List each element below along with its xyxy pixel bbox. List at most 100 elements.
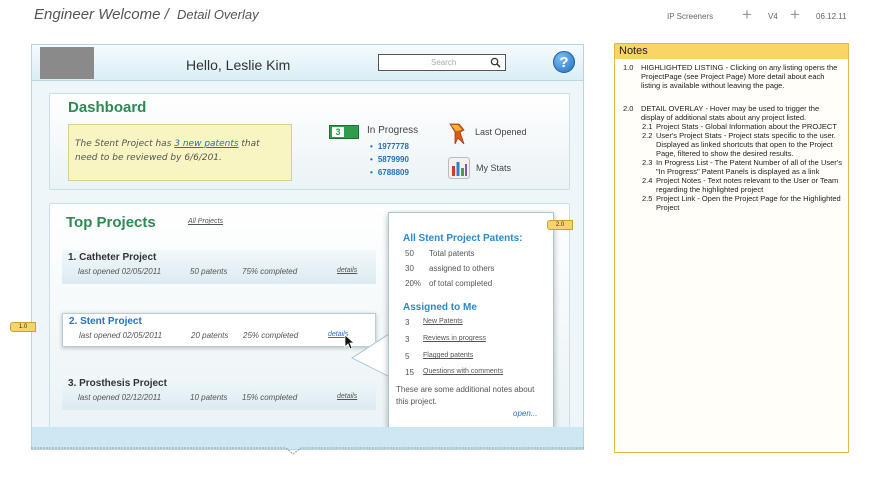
alert-note: The Stent Project has 3 new patents that… xyxy=(68,124,292,181)
details-link[interactable]: details xyxy=(337,393,357,400)
note-prefix: The Stent Project has xyxy=(75,139,175,149)
plus-icon: + xyxy=(742,5,752,24)
project-patent-count: 20 patents xyxy=(191,331,229,340)
reviews-in-progress-link[interactable]: Reviews in progress xyxy=(423,335,486,342)
assigned-count: 5 xyxy=(405,352,410,361)
search-input[interactable]: Search xyxy=(378,54,506,71)
note-item: 2.0 DETAIL OVERLAY - Hover may be used t… xyxy=(623,104,843,122)
in-progress-item[interactable]: • 1977778 xyxy=(370,142,409,151)
project-title[interactable]: 3. Prosthesis Project xyxy=(68,378,167,389)
bullet-icon: • xyxy=(370,168,373,177)
version-label: V4 xyxy=(768,12,778,21)
note-subnumber: 2.1 xyxy=(642,122,653,131)
stat-number: 20% xyxy=(405,279,422,288)
assigned-count: 3 xyxy=(405,335,410,344)
assigned-count: 3 xyxy=(405,318,410,327)
top-projects-title: Top Projects xyxy=(66,214,156,231)
patent-number[interactable]: 6788809 xyxy=(378,168,409,177)
in-progress-item[interactable]: • 5879990 xyxy=(370,155,409,164)
assigned-heading: Assigned to Me xyxy=(403,302,477,313)
project-row[interactable]: 3. Prosthesis Project last opened 02/12/… xyxy=(62,376,376,410)
project-row[interactable]: 1. Catheter Project last opened 02/05/20… xyxy=(62,250,376,284)
all-projects-link[interactable]: All Projects xyxy=(188,218,223,225)
notes-body: 1.0 HIGHLIGHTED LISTING - Clicking on an… xyxy=(623,63,843,212)
callout-marker: 1.0 xyxy=(10,322,36,332)
flagged-patents-link[interactable]: Flagged patents xyxy=(423,352,473,359)
ribbon-icon[interactable] xyxy=(448,122,466,146)
details-link[interactable]: details xyxy=(337,267,357,274)
project-patent-count: 50 patents xyxy=(190,267,228,276)
help-icon[interactable]: ? xyxy=(553,51,575,73)
notes-panel: Notes 1.0 HIGHLIGHTED LISTING - Clicking… xyxy=(614,43,849,453)
stat-number: 50 xyxy=(405,249,414,258)
note-subtext: Project Notes - Text notes relevant to t… xyxy=(656,176,839,194)
stat-label: assigned to others xyxy=(429,264,495,273)
assigned-count: 15 xyxy=(405,368,414,377)
bullet-icon: • xyxy=(370,142,373,151)
project-notes: These are some additional notes about th… xyxy=(396,385,535,406)
sheet-title: Engineer Welcome / Detail Overlay xyxy=(34,6,259,23)
bullet-icon: • xyxy=(370,155,373,164)
sheet-title-text: Engineer Welcome / xyxy=(34,6,169,23)
bar-chart-icon[interactable] xyxy=(448,157,470,179)
note-subtext: In Progress List - The Patent Number of … xyxy=(656,158,842,176)
dashboard-title: Dashboard xyxy=(68,99,147,116)
project-title[interactable]: 1. Catheter Project xyxy=(68,252,156,263)
project-last-opened: last opened 02/12/2011 xyxy=(78,393,162,402)
project-row-highlighted[interactable]: 2. Stent Project last opened 02/05/2011 … xyxy=(62,313,376,347)
overlay-stats-heading: All Stent Project Patents: xyxy=(403,233,523,244)
note-subnumber: 2.4 xyxy=(642,176,653,185)
note-subitem: 2.4 Project Notes - Text notes relevant … xyxy=(623,176,843,194)
sheet-subtitle: Detail Overlay xyxy=(176,7,259,22)
top-bar: Hello, Leslie Kim Search ? xyxy=(32,45,583,81)
notes-title: Notes xyxy=(615,44,848,59)
new-patents-link[interactable]: 3 new patents xyxy=(174,139,238,149)
note-number: 2.0 xyxy=(623,104,634,113)
my-stats-link[interactable]: My Stats xyxy=(476,163,511,173)
note-number: 1.0 xyxy=(623,63,634,72)
project-last-opened: last opened 02/05/2011 xyxy=(79,331,163,340)
dashboard-panel: Dashboard The Stent Project has 3 new pa… xyxy=(49,93,570,190)
note-subnumber: 2.2 xyxy=(642,131,653,140)
in-progress-badge: 3 xyxy=(329,125,359,139)
last-opened-link[interactable]: Last Opened xyxy=(475,127,527,137)
project-last-opened: last opened 02/05/2011 xyxy=(78,267,162,276)
open-project-link[interactable]: open... xyxy=(513,409,537,418)
search-placeholder: Search xyxy=(431,58,457,67)
stat-number: 30 xyxy=(405,264,414,273)
user-greeting: Hello, Leslie Kim xyxy=(186,57,291,73)
cursor-icon xyxy=(344,334,356,350)
note-item: 1.0 HIGHLIGHTED LISTING - Clicking on an… xyxy=(623,63,843,90)
project-percent-complete: 15% completed xyxy=(242,393,298,402)
patent-number[interactable]: 5879990 xyxy=(378,155,409,164)
project-percent-complete: 75% completed xyxy=(242,267,298,276)
plus-icon: + xyxy=(790,5,800,24)
note-text: HIGHLIGHTED LISTING - Clicking on any li… xyxy=(641,63,838,90)
project-percent-complete: 25% completed xyxy=(243,331,299,340)
date-label: 06.12.11 xyxy=(816,12,847,21)
note-subitem: 2.3 In Progress List - The Patent Number… xyxy=(623,158,843,176)
note-text: DETAIL OVERLAY - Hover may be used to tr… xyxy=(641,104,820,122)
stat-label: of total completed xyxy=(429,279,493,288)
callout-marker: 2.0 xyxy=(547,220,573,230)
note-subnumber: 2.5 xyxy=(642,194,653,203)
app-window: Hello, Leslie Kim Search ? Dashboard The… xyxy=(31,44,584,450)
search-icon[interactable] xyxy=(490,57,501,68)
stat-label: Total patents xyxy=(429,249,475,258)
logo-placeholder[interactable] xyxy=(40,47,94,79)
questions-link[interactable]: Questions with comments xyxy=(423,368,503,375)
in-progress-count: 3 xyxy=(332,127,344,137)
note-subitem: 2.1 Project Stats - Global Information a… xyxy=(623,122,843,131)
detail-overlay: All Stent Project Patents: 50 Total pate… xyxy=(388,212,554,429)
note-subitem: 2.5 Project Link - Open the Project Page… xyxy=(623,194,843,212)
note-subtext: User's Project Stats - Project stats spe… xyxy=(656,131,836,158)
torn-edge xyxy=(31,447,584,455)
new-patents-link[interactable]: New Patents xyxy=(423,318,463,325)
note-subtext: Project Link - Open the Project Page for… xyxy=(656,194,841,212)
patent-number[interactable]: 1977778 xyxy=(378,142,409,151)
project-title[interactable]: 2. Stent Project xyxy=(69,316,142,327)
in-progress-item[interactable]: • 6788809 xyxy=(370,168,409,177)
in-progress-label: In Progress xyxy=(367,125,419,136)
company-label: IP Screeners xyxy=(667,12,714,21)
project-patent-count: 10 patents xyxy=(190,393,228,402)
